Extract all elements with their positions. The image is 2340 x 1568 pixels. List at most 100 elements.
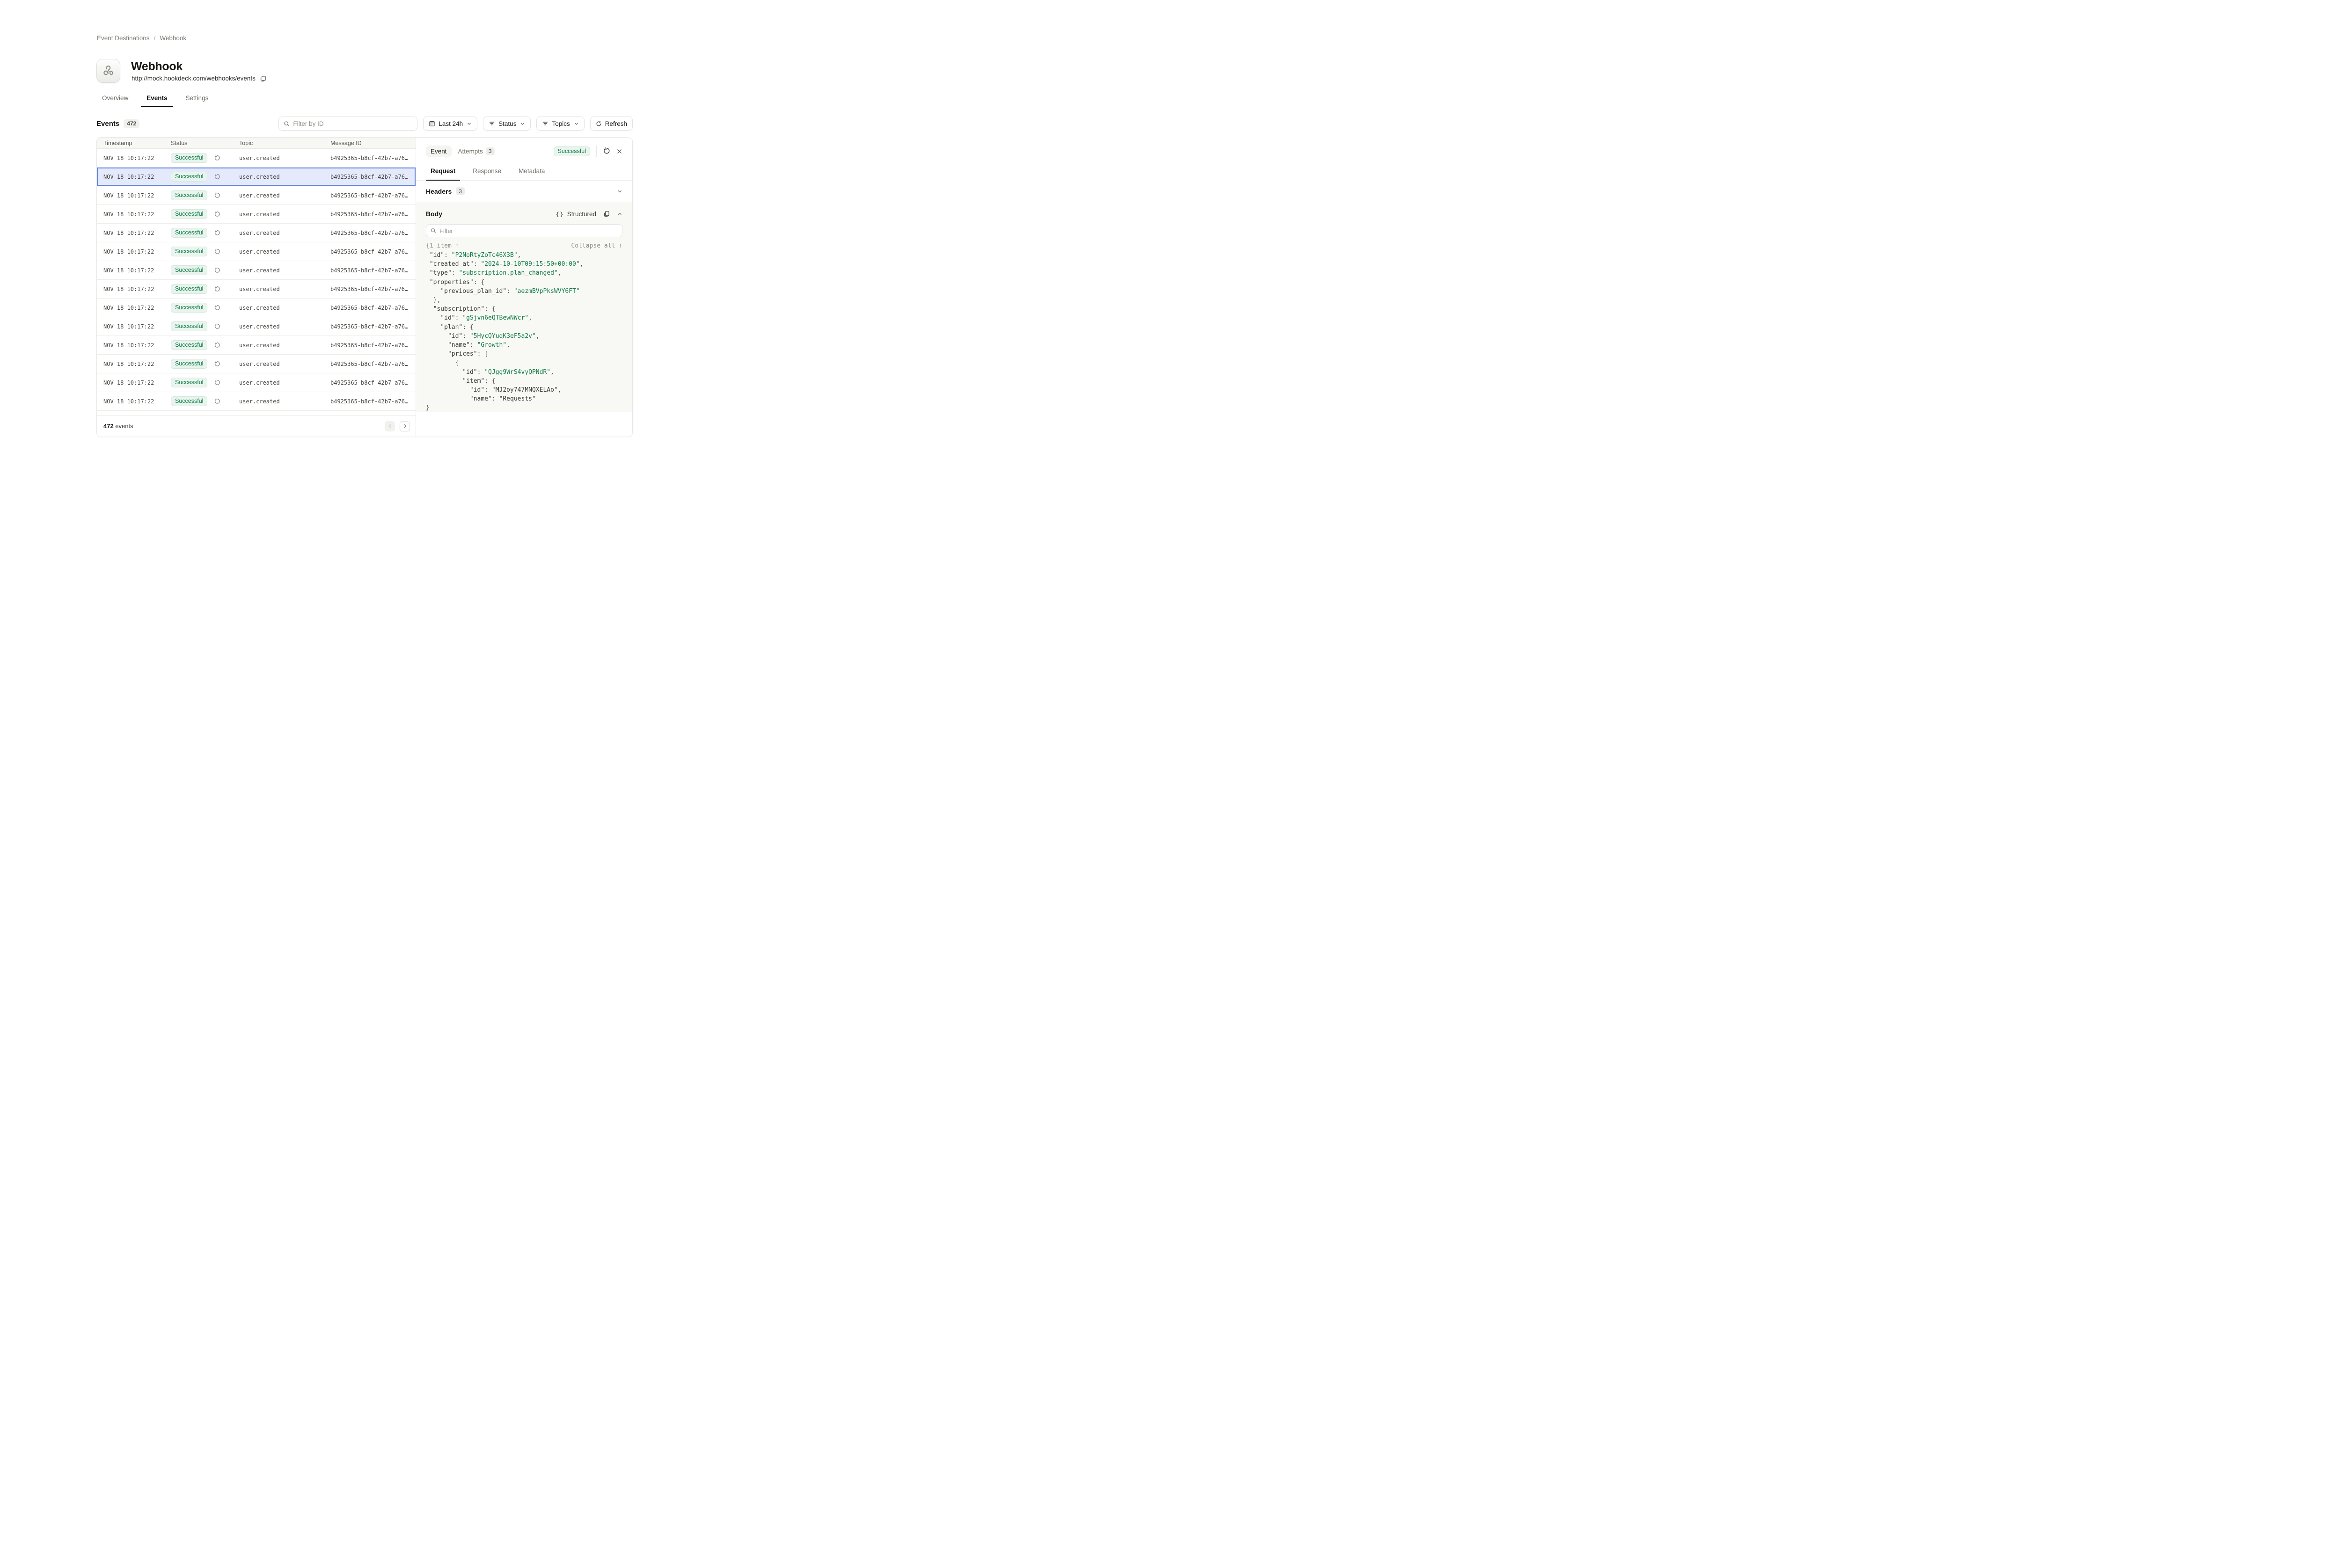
table-row[interactable]: NOV 18 10:17:22Successfuluser.createdb49… bbox=[97, 373, 416, 392]
cell-message-id: b4925365-b8cf-42b7-a76… bbox=[330, 286, 416, 292]
cell-topic: user.created bbox=[239, 211, 330, 218]
retry-icon[interactable] bbox=[214, 155, 220, 161]
table-row[interactable]: NOV 18 10:17:22Successfuluser.createdb49… bbox=[97, 205, 416, 224]
column-status: Status bbox=[171, 140, 239, 146]
retry-icon[interactable] bbox=[214, 323, 220, 330]
table-row[interactable]: NOV 18 10:17:22Successfuluser.createdb49… bbox=[97, 168, 416, 186]
column-topic: Topic bbox=[239, 140, 330, 146]
status-badge: Successful bbox=[171, 359, 207, 369]
close-icon[interactable] bbox=[616, 148, 622, 154]
copy-body-icon[interactable] bbox=[603, 211, 610, 217]
status-badge: Successful bbox=[171, 228, 207, 238]
retry-icon[interactable] bbox=[214, 286, 220, 292]
tab-settings[interactable]: Settings bbox=[180, 92, 214, 107]
retry-icon[interactable] bbox=[214, 267, 220, 274]
retry-icon[interactable] bbox=[214, 230, 220, 236]
cell-topic: user.created bbox=[239, 174, 330, 180]
cell-topic: user.created bbox=[239, 342, 330, 349]
cell-timestamp: NOV 18 10:17:22 bbox=[103, 248, 171, 255]
json-line: }, bbox=[426, 296, 622, 305]
table-row[interactable]: NOV 18 10:17:22Successfuluser.createdb49… bbox=[97, 280, 416, 299]
table-row[interactable]: NOV 18 10:17:22Successfuluser.createdb49… bbox=[97, 355, 416, 373]
cell-topic: user.created bbox=[239, 230, 330, 236]
table-row[interactable]: NOV 18 10:17:22Successfuluser.createdb49… bbox=[97, 299, 416, 317]
events-heading: Events bbox=[96, 120, 119, 128]
status-badge: Successful bbox=[171, 396, 207, 406]
cell-timestamp: NOV 18 10:17:22 bbox=[103, 192, 171, 199]
retry-icon[interactable] bbox=[214, 398, 220, 405]
copy-url-icon[interactable] bbox=[260, 75, 266, 82]
column-message-id: Message ID bbox=[330, 140, 416, 146]
events-total: 472 events bbox=[103, 423, 133, 430]
cell-timestamp: NOV 18 10:17:22 bbox=[103, 361, 171, 367]
body-filter-search[interactable] bbox=[426, 224, 622, 237]
refresh-icon bbox=[596, 121, 602, 127]
json-line: "id": "MJ2oy747MNQXELAo", bbox=[426, 386, 622, 394]
retry-icon[interactable] bbox=[214, 379, 220, 386]
status-badge: Successful bbox=[171, 321, 207, 331]
retry-icon[interactable] bbox=[214, 361, 220, 367]
table-row[interactable]: NOV 18 10:17:22Successfuluser.createdb49… bbox=[97, 224, 416, 242]
chevron-down-icon bbox=[520, 121, 525, 126]
structured-mode-toggle[interactable]: {} Structured bbox=[556, 211, 596, 218]
headers-section-toggle[interactable]: Headers 3 bbox=[416, 181, 632, 202]
table-row[interactable]: NOV 18 10:17:22Successfuluser.createdb49… bbox=[97, 261, 416, 280]
breadcrumb-item-event-destinations[interactable]: Event Destinations bbox=[97, 35, 150, 42]
status-filter-button[interactable]: Status bbox=[483, 117, 531, 131]
cell-message-id: b4925365-b8cf-42b7-a76… bbox=[330, 361, 416, 367]
table-row[interactable]: NOV 18 10:17:22Successfuluser.createdb49… bbox=[97, 149, 416, 168]
table-footer: 472 events bbox=[97, 415, 416, 437]
webhook-icon bbox=[96, 59, 120, 83]
json-items-meta[interactable]: {1 item ↑ bbox=[426, 242, 459, 249]
cell-message-id: b4925365-b8cf-42b7-a76… bbox=[330, 155, 416, 161]
table-row[interactable]: NOV 18 10:17:22Successfuluser.createdb49… bbox=[97, 317, 416, 336]
table-row[interactable]: NOV 18 10:17:22Successfuluser.createdb49… bbox=[97, 242, 416, 261]
filter-by-id-search[interactable] bbox=[278, 117, 417, 131]
table-header: Timestamp Status Topic Message ID bbox=[97, 138, 416, 149]
cell-message-id: b4925365-b8cf-42b7-a76… bbox=[330, 211, 416, 218]
json-line: "previous_plan_id": "aezmBVpPksWVY6FT" bbox=[426, 287, 622, 296]
events-total-label: events bbox=[115, 423, 133, 430]
chevron-up-icon[interactable] bbox=[617, 211, 622, 217]
events-card: Timestamp Status Topic Message ID NOV 18… bbox=[96, 137, 633, 437]
tab-overview[interactable]: Overview bbox=[96, 92, 134, 107]
divider bbox=[596, 146, 597, 157]
tab-attempts[interactable]: Attempts 3 bbox=[458, 147, 495, 155]
body-filter-input[interactable] bbox=[439, 227, 618, 234]
tab-request[interactable]: Request bbox=[426, 162, 460, 180]
chevron-down-icon[interactable] bbox=[617, 189, 622, 194]
retry-icon[interactable] bbox=[214, 248, 220, 255]
tab-metadata[interactable]: Metadata bbox=[514, 162, 549, 180]
pagination-next-button[interactable] bbox=[400, 421, 410, 431]
refresh-button[interactable]: Refresh bbox=[590, 117, 633, 131]
table-row[interactable]: NOV 18 10:17:22Successfuluser.createdb49… bbox=[97, 392, 416, 411]
cell-message-id: b4925365-b8cf-42b7-a76… bbox=[330, 398, 416, 405]
json-line: "id": "gSjvn6eQTBewNWcr", bbox=[426, 314, 622, 322]
cell-message-id: b4925365-b8cf-42b7-a76… bbox=[330, 174, 416, 180]
collapse-all-button[interactable]: Collapse all ↑ bbox=[571, 242, 622, 249]
table-row[interactable]: NOV 18 10:17:22Successfuluser.createdb49… bbox=[97, 186, 416, 205]
retry-icon[interactable] bbox=[214, 192, 220, 199]
headers-title: Headers bbox=[426, 188, 452, 195]
status-badge: Successful bbox=[171, 209, 207, 219]
tab-response[interactable]: Response bbox=[468, 162, 506, 180]
tab-event[interactable]: Event bbox=[426, 146, 452, 157]
table-row[interactable]: NOV 18 10:17:22Successfuluser.createdb49… bbox=[97, 411, 416, 415]
cell-message-id: b4925365-b8cf-42b7-a76… bbox=[330, 323, 416, 330]
retry-icon[interactable] bbox=[214, 305, 220, 311]
json-line: "prices": [ bbox=[426, 350, 622, 358]
filter-by-id-input[interactable] bbox=[293, 120, 412, 127]
breadcrumb-item-webhook[interactable]: Webhook bbox=[160, 35, 186, 42]
pagination-prev-button[interactable] bbox=[385, 421, 395, 431]
json-body-viewer: "id": "P2NoRtyZoTc46X3B","created_at": "… bbox=[426, 251, 622, 413]
retry-event-icon[interactable] bbox=[603, 147, 610, 155]
topics-filter-button[interactable]: Topics bbox=[536, 117, 584, 131]
date-range-button[interactable]: Last 24h bbox=[423, 117, 477, 131]
table-row[interactable]: NOV 18 10:17:22Successfuluser.createdb49… bbox=[97, 336, 416, 355]
retry-icon[interactable] bbox=[214, 174, 220, 180]
retry-icon[interactable] bbox=[214, 342, 220, 349]
retry-icon[interactable] bbox=[214, 211, 220, 218]
status-badge: Successful bbox=[171, 172, 207, 182]
cell-topic: user.created bbox=[239, 267, 330, 274]
tab-events[interactable]: Events bbox=[141, 92, 173, 107]
